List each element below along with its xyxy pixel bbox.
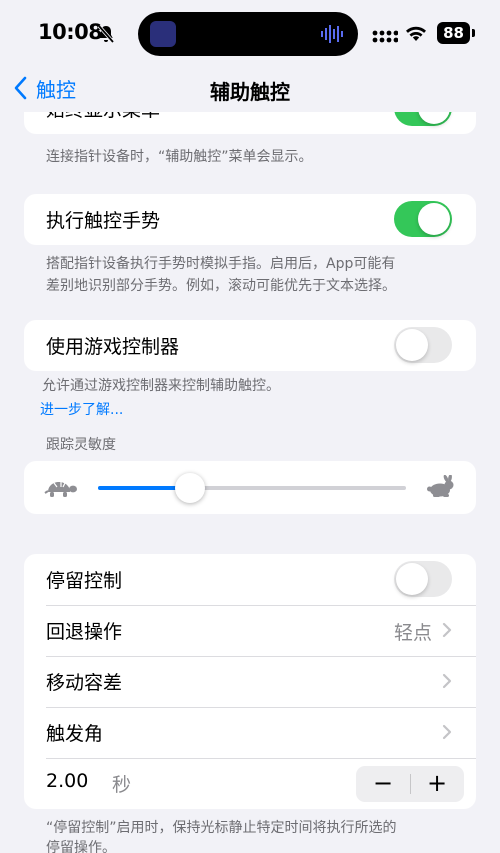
group-tracking-slider xyxy=(24,461,476,514)
stepper-minus-button[interactable]: − xyxy=(356,766,410,802)
chevron-right-icon xyxy=(442,724,452,740)
row-revert-action[interactable]: 回退操作 轻点 xyxy=(24,605,476,656)
perform-gestures-label: 执行触控手势 xyxy=(46,210,161,232)
hot-corners-label: 触发角 xyxy=(46,723,104,745)
row-perform-gestures: 执行触控手势 xyxy=(24,194,476,245)
group-gestures: 执行触控手势 xyxy=(24,194,476,245)
dynamic-island[interactable] xyxy=(138,12,358,56)
rabbit-icon xyxy=(427,475,454,497)
dwell-seconds-unit: 秒 xyxy=(112,774,132,796)
plus-icon: + xyxy=(426,769,448,797)
game-controller-toggle[interactable] xyxy=(394,327,452,363)
turtle-icon xyxy=(44,482,77,497)
tracking-sensitivity-header: 跟踪灵敏度 xyxy=(46,437,116,453)
revert-action-label: 回退操作 xyxy=(46,621,123,643)
dwell-control-toggle[interactable] xyxy=(394,561,452,597)
status-time: 10:08 xyxy=(38,20,103,44)
cellular-signal-icon xyxy=(372,30,398,43)
row-dwell-seconds: 2.00 秒 − + xyxy=(24,758,476,809)
game-controller-note: 允许通过游戏控制器来控制辅助触控。 xyxy=(42,378,280,394)
learn-more-link[interactable]: 进一步了解... xyxy=(40,399,123,419)
group-game-controller: 使用游戏控制器 xyxy=(24,320,476,371)
audio-waveform-icon xyxy=(321,25,343,43)
dwell-note-line1: “停留控制”启用时，保持光标静止特定时间将执行所选的 xyxy=(46,820,397,836)
chevron-right-icon xyxy=(442,673,452,689)
status-bar: 10:08 88 xyxy=(0,0,500,64)
toggle-knob xyxy=(418,203,450,235)
dwell-note-line2: 停留操作。 xyxy=(46,840,116,853)
dwell-control-label: 停留控制 xyxy=(46,570,123,592)
seconds-stepper: − + xyxy=(356,766,464,802)
page-title: 辅助触控 xyxy=(210,80,290,104)
stepper-plus-button[interactable]: + xyxy=(410,766,464,802)
perform-gestures-toggle[interactable] xyxy=(394,201,452,237)
navigation-bar: 触控 辅助触控 xyxy=(0,64,500,112)
tracking-slider-thumb[interactable] xyxy=(175,473,206,503)
show-menu-note: 连接指针设备时，“辅助触控”菜单会显示。 xyxy=(46,149,313,165)
row-dwell-control: 停留控制 xyxy=(24,554,476,605)
wifi-icon xyxy=(406,26,426,41)
gestures-note-line1: 搭配指针设备执行手势时模拟手指。启用后，App可能有 xyxy=(46,256,396,272)
chevron-right-icon xyxy=(442,622,452,638)
gestures-note-line2: 差别地识别部分手势。例如，滚动可能优先于文本选择。 xyxy=(46,278,396,294)
row-game-controller: 使用游戏控制器 xyxy=(24,320,476,371)
toggle-knob xyxy=(396,563,428,595)
game-controller-label: 使用游戏控制器 xyxy=(46,336,180,358)
now-playing-thumbnail-icon xyxy=(150,21,176,47)
battery-indicator: 88 xyxy=(437,22,470,44)
row-hot-corners[interactable]: 触发角 xyxy=(24,707,476,758)
bell-slash-icon xyxy=(97,24,115,44)
minus-icon: − xyxy=(372,769,394,797)
battery-nub xyxy=(472,29,475,37)
toggle-knob xyxy=(396,329,428,361)
dwell-seconds-value: 2.00 xyxy=(46,770,89,792)
row-movement-tolerance[interactable]: 移动容差 xyxy=(24,656,476,707)
group-dwell: 停留控制 回退操作 轻点 移动容差 触发角 2.00 秒 − + xyxy=(24,554,476,809)
revert-action-value: 轻点 xyxy=(393,622,432,644)
movement-tolerance-label: 移动容差 xyxy=(46,672,123,694)
